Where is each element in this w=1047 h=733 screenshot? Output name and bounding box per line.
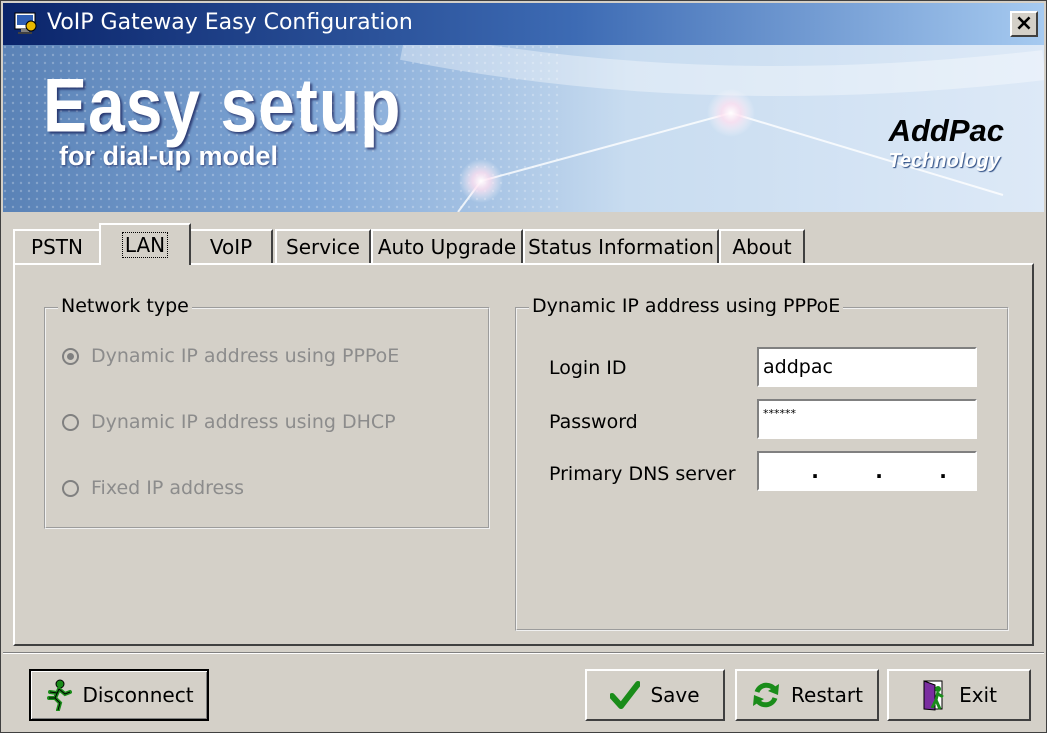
login-id-label: Login ID bbox=[549, 357, 627, 379]
button-label: Exit bbox=[959, 683, 997, 707]
network-type-group: Network type Dynamic IP address using PP… bbox=[44, 295, 490, 529]
tab-label: VoIP bbox=[209, 235, 253, 259]
tab-about[interactable]: About bbox=[719, 229, 805, 263]
tab-strip: PSTN LAN VoIP Service Auto Upgrade Statu… bbox=[13, 223, 1033, 265]
restart-button[interactable]: Restart bbox=[735, 669, 879, 721]
tab-label: PSTN bbox=[31, 235, 83, 259]
dns-server-input[interactable]: . . . bbox=[757, 451, 977, 491]
banner-subtitle: for dial-up model bbox=[59, 141, 278, 171]
tab-status-information[interactable]: Status Information bbox=[523, 229, 719, 263]
brand-logo: AddPac bbox=[888, 113, 1004, 148]
footer-divider bbox=[3, 652, 1044, 654]
button-label: Disconnect bbox=[82, 683, 194, 707]
radio-button[interactable] bbox=[62, 413, 79, 431]
tab-voip[interactable]: VoIP bbox=[189, 229, 273, 263]
close-button[interactable]: × bbox=[1010, 11, 1038, 37]
refresh-icon bbox=[753, 682, 780, 708]
group-title: Dynamic IP address using PPPoE bbox=[529, 295, 844, 317]
password-label: Password bbox=[549, 411, 638, 433]
banner-title: Easy setup bbox=[43, 62, 402, 148]
dns-server-label: Primary DNS server bbox=[549, 463, 736, 485]
tab-lan[interactable]: LAN bbox=[99, 223, 191, 265]
login-id-input[interactable]: addpac bbox=[757, 347, 977, 387]
button-label: Save bbox=[650, 683, 700, 707]
exit-door-icon bbox=[923, 680, 944, 711]
disconnect-button[interactable]: Disconnect bbox=[29, 669, 209, 721]
radio-label: Dynamic IP address using PPPoE bbox=[91, 345, 400, 367]
checkmark-icon bbox=[610, 681, 641, 709]
window-title: VoIP Gateway Easy Configuration bbox=[47, 10, 413, 35]
group-title: Network type bbox=[58, 295, 192, 317]
tab-label: Auto Upgrade bbox=[377, 235, 517, 259]
tab-service[interactable]: Service bbox=[275, 229, 371, 263]
tab-label: Service bbox=[286, 235, 360, 259]
header-banner: Easy setup for dial-up model AddPac Tech… bbox=[3, 45, 1044, 212]
ip-dot: . bbox=[875, 459, 883, 483]
tab-auto-upgrade[interactable]: Auto Upgrade bbox=[371, 229, 523, 263]
close-icon: × bbox=[1014, 11, 1034, 36]
password-input[interactable]: ****** bbox=[757, 399, 977, 439]
pppoe-group: Dynamic IP address using PPPoE Login ID … bbox=[515, 295, 1009, 631]
ip-dot: . bbox=[811, 459, 819, 483]
radio-label: Dynamic IP address using DHCP bbox=[91, 411, 396, 433]
tab-label: About bbox=[732, 235, 792, 259]
radio-fixed-ip[interactable]: Fixed IP address bbox=[62, 477, 244, 499]
ip-dot: . bbox=[939, 459, 947, 483]
running-man-icon bbox=[47, 679, 73, 711]
radio-button[interactable] bbox=[62, 479, 79, 497]
app-icon bbox=[14, 12, 37, 34]
ip-octet-separators: . . . bbox=[763, 459, 975, 483]
brand-tagline: Technology bbox=[888, 150, 1000, 172]
radio-label: Fixed IP address bbox=[91, 477, 245, 499]
tab-label: LAN bbox=[121, 232, 169, 258]
tab-label: Status Information bbox=[528, 235, 714, 259]
save-button[interactable]: Save bbox=[585, 669, 725, 721]
main-window: VoIP Gateway Easy Configuration × Easy s… bbox=[0, 0, 1047, 733]
radio-pppoe[interactable]: Dynamic IP address using PPPoE bbox=[62, 345, 399, 367]
tab-panel-lan: Network type Dynamic IP address using PP… bbox=[13, 263, 1034, 646]
radio-dhcp[interactable]: Dynamic IP address using DHCP bbox=[62, 411, 396, 433]
button-label: Restart bbox=[791, 683, 863, 707]
title-bar[interactable]: VoIP Gateway Easy Configuration × bbox=[3, 3, 1044, 45]
tab-pstn[interactable]: PSTN bbox=[13, 229, 101, 263]
exit-button[interactable]: Exit bbox=[887, 669, 1031, 721]
radio-button-checked[interactable] bbox=[62, 347, 79, 365]
